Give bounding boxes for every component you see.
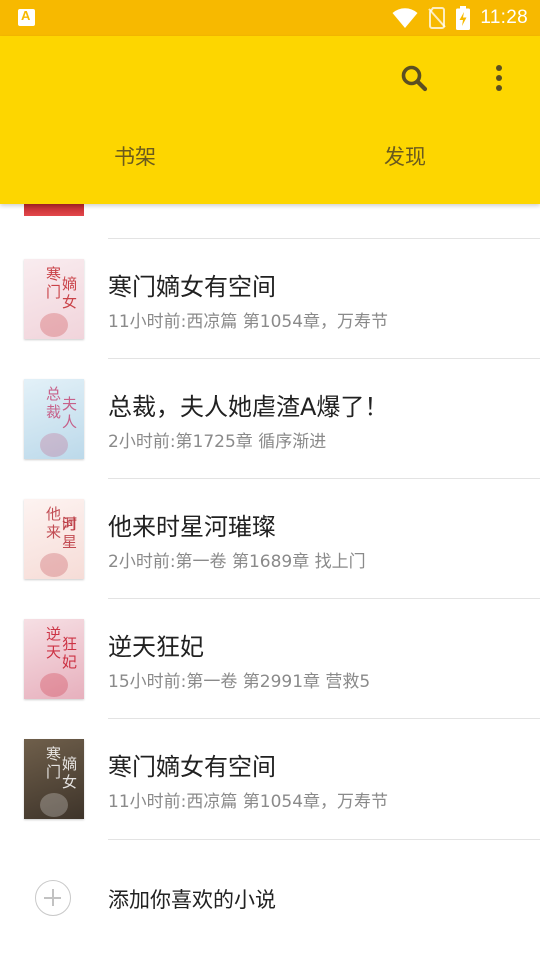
wifi-icon [392, 8, 418, 28]
svg-text:他: 他 [46, 505, 61, 523]
book-latest-chapter: 11小时前:西凉篇 第1054章，万寿节 [108, 792, 389, 812]
svg-text:星: 星 [62, 533, 77, 551]
list-item[interactable]: 他来时星河 他来时星河璀璨 2小时前:第一卷 第1689章 找上门 [0, 479, 540, 599]
app-notification-icon [18, 8, 35, 26]
list-item-partial[interactable] [0, 204, 540, 238]
svg-text:妃: 妃 [62, 653, 77, 671]
svg-text:总: 总 [46, 385, 61, 403]
add-circle-icon [35, 880, 71, 916]
book-title: 他来时星河璀璨 [108, 513, 276, 541]
tab-discover[interactable]: 发现 [270, 128, 540, 184]
status-icons: 11:28 [392, 0, 528, 36]
book-cover: 总裁夫人 [24, 379, 84, 459]
svg-text:来: 来 [46, 523, 61, 541]
tab-bookshelf[interactable]: 书架 [0, 128, 270, 184]
cover-art: 寒门 嫡女 [40, 265, 77, 337]
svg-text:寒: 寒 [46, 265, 61, 283]
book-latest-chapter: 15小时前:第一卷 第2991章 营救5 [108, 672, 371, 692]
no-sim-icon [428, 7, 447, 29]
svg-text:逆: 逆 [46, 625, 61, 643]
svg-text:夫: 夫 [62, 395, 77, 413]
status-bar: 11:28 [0, 0, 540, 36]
svg-text:天: 天 [46, 643, 61, 661]
svg-text:人: 人 [62, 413, 77, 431]
book-latest-chapter: 11小时前:西凉篇 第1054章，万寿节 [108, 312, 389, 332]
svg-text:门: 门 [46, 283, 61, 301]
book-latest-chapter: 2小时前:第一卷 第1689章 找上门 [108, 552, 366, 572]
cover-art: 他来 时星河 [40, 505, 77, 577]
cover-art: 逆天 狂妃 [40, 625, 77, 697]
list-item[interactable]: 寒门嫡女 寒门嫡女有空间 11小时前:西凉篇 第1054章，万寿节 [0, 719, 540, 839]
search-button[interactable] [390, 54, 438, 102]
svg-text:河: 河 [62, 515, 77, 533]
cover-art: 寒门 嫡女 [40, 745, 77, 817]
list-item[interactable]: 逆天狂妃 逆天狂妃 15小时前:第一卷 第2991章 营救5 [0, 599, 540, 719]
book-title: 寒门嫡女有空间 [108, 273, 276, 301]
cover-art: 总裁 夫人 [40, 385, 77, 457]
svg-text:狂: 狂 [62, 635, 77, 653]
add-novel-button[interactable]: 添加你喜欢的小说 [0, 840, 540, 956]
book-title: 总裁，夫人她虐渣A爆了！ [108, 393, 389, 421]
battery-charging-icon [456, 6, 471, 30]
search-icon [401, 65, 428, 92]
status-time: 11:28 [480, 7, 528, 28]
book-cover: 他来时星河 [24, 499, 84, 579]
book-title: 寒门嫡女有空间 [108, 753, 276, 781]
book-cover: 寒门嫡女 [24, 739, 84, 819]
book-latest-chapter: 2小时前:第1725章 循序渐进 [108, 432, 327, 452]
svg-text:裁: 裁 [46, 403, 61, 421]
svg-text:寒: 寒 [46, 745, 61, 763]
svg-text:女: 女 [62, 773, 77, 791]
svg-text:嫡: 嫡 [62, 275, 77, 293]
book-cover: 逆天狂妃 [24, 619, 84, 699]
book-title: 逆天狂妃 [108, 633, 204, 661]
app-bar: 书架 发现 [0, 36, 540, 204]
svg-text:嫡: 嫡 [62, 755, 77, 773]
svg-text:门: 门 [46, 763, 61, 781]
list-item[interactable]: 寒门嫡女 寒门嫡女有空间 11小时前:西凉篇 第1054章，万寿节 [0, 239, 540, 359]
list-item[interactable]: 总裁夫人 总裁，夫人她虐渣A爆了！ 2小时前:第1725章 循序渐进 [0, 359, 540, 479]
add-novel-label: 添加你喜欢的小说 [108, 888, 276, 912]
book-cover [24, 204, 84, 216]
book-cover: 寒门嫡女 [24, 259, 84, 339]
more-options-button[interactable] [475, 54, 523, 102]
svg-text:女: 女 [62, 293, 77, 311]
more-vert-icon [496, 65, 502, 91]
